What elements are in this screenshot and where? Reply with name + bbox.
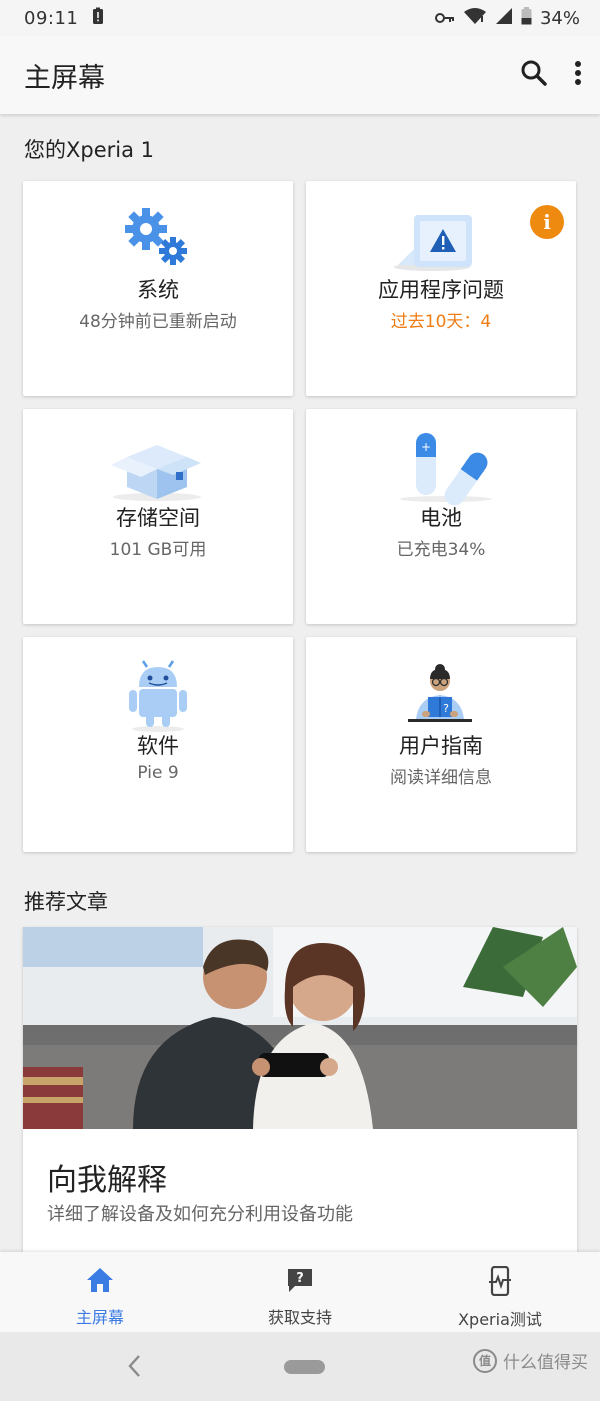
svg-text:?: ? [443,702,449,715]
system-card[interactable]: 系统 48分钟前已重新启动 [23,181,293,396]
article-card[interactable]: 向我解释 详细了解设备及如何充分利用设备功能 [23,927,577,1257]
card-title: 用户指南 [399,734,483,758]
key-icon [434,8,455,29]
support-chat-icon: ? [285,1266,315,1298]
warning-window-icon [306,199,576,279]
alert-icon [92,7,104,30]
card-subtitle: Pie 9 [137,763,179,783]
card-subtitle: 48分钟前已重新启动 [79,312,237,332]
nav-item-label: 获取支持 [267,1308,332,1327]
card-subtitle: 已充电34% [396,540,486,560]
battery-percentage: 34% [539,7,580,29]
back-icon[interactable] [124,1352,144,1384]
battery-status-icon [521,6,532,30]
card-title: 应用程序问题 [378,278,504,302]
nav-item-support[interactable]: ? 获取支持 [200,1252,400,1332]
card-subtitle: 过去10天：4 [390,312,492,332]
svg-text:?: ? [296,1271,304,1286]
page-title: 主屏幕 [24,62,105,94]
signal-icon [495,7,513,30]
search-icon[interactable] [520,59,548,91]
card-subtitle: 阅读详细信息 [390,768,492,788]
article-title: 向我解释 [47,1163,167,1198]
battery-icon: + [306,427,576,507]
battery-card[interactable]: + 电池 已充电34% [306,409,576,624]
watermark-text: 什么值得买 [503,1353,588,1373]
status-time: 09:11 [24,7,79,29]
watermark-logo-icon: 值 [473,1348,497,1373]
home-pill-button[interactable] [284,1360,325,1374]
reader-icon: ? [306,655,576,735]
bottom-navigation: 主屏幕 ? 获取支持 Xperia测试 [0,1252,600,1332]
svg-text:+: + [421,440,431,454]
card-title: 软件 [137,734,179,758]
system-navigation-bar: 值 什么值得买 [0,1332,600,1401]
watermark: 值 什么值得买 [473,1348,588,1373]
phone-test-icon [485,1265,515,1300]
card-subtitle: 101 GB可用 [109,540,207,560]
card-title: 存储空间 [116,506,200,530]
gears-icon [23,199,293,279]
app-bar: 主屏幕 [0,36,600,114]
user-guide-card[interactable]: ? 用户指南 阅读详细信息 [306,637,576,852]
device-section-title: 您的Xperia 1 [24,138,155,162]
recommended-section-title: 推荐文章 [24,890,108,914]
article-photo [23,927,577,1129]
android-icon [23,655,293,735]
nav-item-home[interactable]: 主屏幕 [0,1252,200,1332]
article-subtitle: 详细了解设备及如何充分利用设备功能 [47,1204,353,1225]
nav-item-xperia-test[interactable]: Xperia测试 [400,1252,600,1332]
app-problems-card[interactable]: i 应用程序问题 过去10天：4 [306,181,576,396]
more-options-icon[interactable] [574,60,582,90]
storage-card[interactable]: 存储空间 101 GB可用 [23,409,293,624]
home-icon [85,1266,115,1298]
wifi-icon [463,7,487,30]
nav-item-label: 主屏幕 [75,1308,124,1327]
card-title: 电池 [420,506,462,530]
status-bar: 09:11 34% [0,0,600,36]
software-card[interactable]: 软件 Pie 9 [23,637,293,852]
card-title: 系统 [137,278,179,302]
storage-box-icon [23,427,293,507]
nav-item-label: Xperia测试 [458,1310,542,1329]
